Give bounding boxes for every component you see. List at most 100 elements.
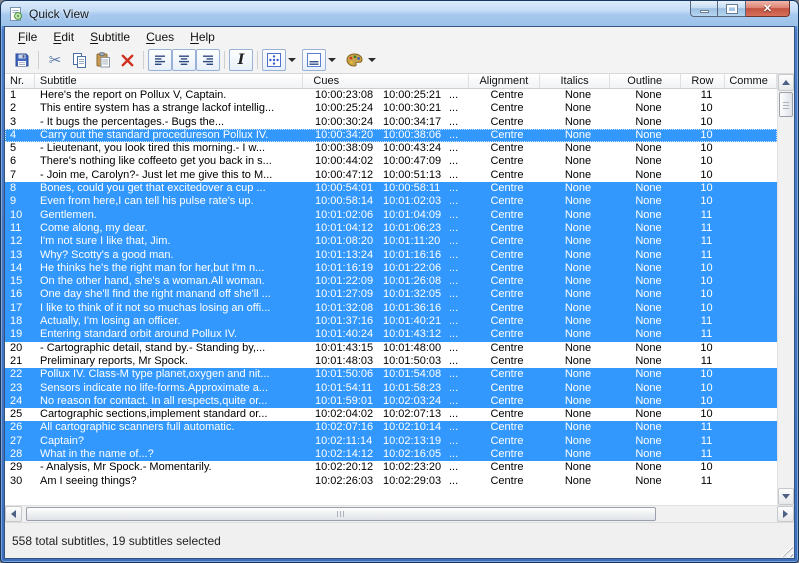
column-header-cues[interactable]: Cues xyxy=(303,74,469,88)
align-right-button[interactable] xyxy=(196,49,220,71)
cell-nr: 4 xyxy=(10,128,17,141)
outline-style-icon xyxy=(307,53,321,67)
cell-italics: None xyxy=(564,368,592,381)
column-header-comment[interactable]: Comme xyxy=(725,74,778,88)
cell-comment xyxy=(729,102,777,115)
italic-button[interactable]: I xyxy=(229,49,253,71)
cell-row: 10 xyxy=(700,261,713,274)
cell-cue-out: 10:01:36:16 xyxy=(383,301,442,314)
vertical-scrollbar[interactable] xyxy=(777,74,794,505)
table-row[interactable]: 8 Bones, could you get that excitedover a… xyxy=(5,182,778,196)
table-row[interactable]: 20 - Cartographic detail, stand by.- Stan… xyxy=(5,341,778,355)
scroll-down-button[interactable] xyxy=(778,488,794,505)
horizontal-scroll-track[interactable] xyxy=(22,506,777,522)
menu-item-edit[interactable]: Edit xyxy=(45,28,82,47)
title-bar[interactable]: Quick View ✕ xyxy=(1,1,798,26)
paste-icon xyxy=(96,52,110,68)
cell-outline: None xyxy=(635,275,662,288)
cell-cue-more: ... xyxy=(449,421,459,434)
cell-italics: None xyxy=(564,301,592,314)
column-header-nr[interactable]: Nr. xyxy=(5,74,35,88)
cell-row: 10 xyxy=(700,102,713,115)
table-row[interactable]: 27 Captain? 10:02:11:14 10:02:13:19... Centr… xyxy=(5,434,778,449)
horizontal-scrollbar[interactable] xyxy=(5,505,794,522)
table-row[interactable]: 11 Come along, my dear. 10:01:04:12 10:01:0… xyxy=(5,221,778,236)
table-row[interactable]: 14 He thinks he's the right man for her,b… xyxy=(5,261,778,276)
position-grid-button[interactable] xyxy=(262,49,286,71)
scroll-up-button[interactable] xyxy=(778,74,794,91)
table-row[interactable]: 12 I'm not sure I like that, Jim. 10:01:08… xyxy=(5,235,778,249)
colour-palette-dropdown-icon[interactable] xyxy=(368,58,376,62)
column-header-outline[interactable]: Outline xyxy=(610,74,681,88)
cell-nr: 29 xyxy=(10,461,23,474)
table-row[interactable]: 6 There's nothing like coffeeto get you b… xyxy=(5,155,778,169)
scroll-left-button[interactable] xyxy=(5,506,22,522)
table-row[interactable]: 16 One day she'll find the right manand o… xyxy=(5,288,778,302)
cell-row: 11 xyxy=(700,89,713,101)
table-row[interactable]: 21 Preliminary reports, Mr Spock. 10:01:48… xyxy=(5,354,778,369)
column-header-italics[interactable]: Italics xyxy=(540,74,610,88)
close-button[interactable]: ✕ xyxy=(746,1,790,17)
table-row[interactable]: 7 - Join me, Carolyn?- Just let me give t… xyxy=(5,168,778,183)
table-row[interactable]: 23 Sensors indicate no life-forms.Approxi… xyxy=(5,381,778,395)
vertical-scrollbar-thumb[interactable] xyxy=(779,92,794,117)
minimize-icon xyxy=(699,9,709,13)
column-header-subtitle[interactable]: Subtitle xyxy=(35,74,304,88)
maximize-button[interactable] xyxy=(718,1,746,17)
cell-cue-in: 10:01:54:11 xyxy=(315,381,373,394)
status-text: 558 total subtitles, 19 subtitles select… xyxy=(12,533,221,548)
table-row[interactable]: 17 I like to think of it not so muchas lo… xyxy=(5,301,778,316)
minimize-button[interactable] xyxy=(690,1,718,17)
table-row[interactable]: 3 - It bugs the percentages.- Bugs the...… xyxy=(5,115,778,129)
menu-item-subtitle[interactable]: Subtitle xyxy=(82,28,138,47)
table-row[interactable]: 4 Carry out the standard procedureson Pol… xyxy=(5,128,778,143)
table-row[interactable]: 19 Entering standard orbit around Pollux … xyxy=(5,328,778,342)
horizontal-scrollbar-thumb[interactable] xyxy=(26,507,656,521)
cell-italics: None xyxy=(564,328,592,341)
table-row[interactable]: 25 Cartographic sections,implement standa… xyxy=(5,408,778,422)
cell-cue-more: ... xyxy=(449,102,459,115)
table-row[interactable]: 26 All cartographic scanners full automat… xyxy=(5,421,778,435)
table-row[interactable]: 30 Am I seeing things? 10:02:26:03 10:02:29… xyxy=(5,474,778,488)
cell-cue-out: 10:01:16:16 xyxy=(383,248,442,261)
table-row[interactable]: 22 Pollux IV. Class-M type planet,oxygen … xyxy=(5,368,778,382)
table-row[interactable]: 18 Actually, I'm losing an officer. 10:01:… xyxy=(5,315,778,329)
align-left-button[interactable] xyxy=(148,49,172,71)
column-header-row[interactable]: Row xyxy=(681,74,726,88)
table-row[interactable]: 2 This entire system has a strange lackof… xyxy=(5,102,778,116)
table-row[interactable]: 24 No reason for contact. In all respects… xyxy=(5,394,778,409)
table-row[interactable]: 28 What in the name of...? 10:02:14:12 10:0… xyxy=(5,448,778,462)
table-row[interactable]: 15 On the other hand, she's a woman.All w… xyxy=(5,275,778,289)
save-button[interactable] xyxy=(10,49,34,71)
cell-nr: 15 xyxy=(10,275,23,288)
copy-button[interactable] xyxy=(67,49,91,71)
cell-comment xyxy=(729,342,777,355)
scroll-right-button[interactable] xyxy=(777,506,794,522)
cut-button[interactable]: ✂ xyxy=(43,49,67,71)
cell-alignment: Centre xyxy=(490,434,524,447)
table-row[interactable]: 9 Even from here,I can tell his pulse rat… xyxy=(5,195,778,209)
toolbar: ✂ I xyxy=(5,47,794,74)
resize-grip-icon[interactable] xyxy=(780,544,793,557)
delete-button[interactable] xyxy=(115,49,139,71)
table-row[interactable]: 10 Gentlemen. 10:01:02:06 10:01:04:09... Cen… xyxy=(5,208,778,222)
cell-subtitle: Entering standard orbit around Pollux IV… xyxy=(40,328,238,341)
align-centre-button[interactable] xyxy=(172,49,196,71)
menu-item-file[interactable]: File xyxy=(10,28,45,47)
paste-button[interactable] xyxy=(91,49,115,71)
cell-alignment: Centre xyxy=(490,341,524,354)
colour-palette-button[interactable] xyxy=(342,49,366,71)
outline-style-dropdown-icon[interactable] xyxy=(328,58,336,62)
menu-item-help[interactable]: Help xyxy=(182,28,223,47)
table-row[interactable]: 5 - Lieutenant, you look tired this morni… xyxy=(5,142,778,156)
table-row[interactable]: 1 Here's the report on Pollux V, Captain.… xyxy=(5,89,778,103)
menu-item-cues[interactable]: Cues xyxy=(138,28,182,47)
table-row[interactable]: 13 Why? Scotty's a good man. 10:01:13:24 10… xyxy=(5,248,778,262)
outline-style-button[interactable] xyxy=(302,49,326,71)
position-grid-dropdown-icon[interactable] xyxy=(288,58,296,62)
table-row[interactable]: 29 - Analysis, Mr Spock.- Momentarily. 10:… xyxy=(5,461,778,475)
column-header-alignment[interactable]: Alignment xyxy=(469,74,541,88)
window-title: Quick View xyxy=(29,6,89,21)
cell-cue-more: ... xyxy=(449,128,459,141)
vertical-scroll-track[interactable] xyxy=(778,91,794,488)
